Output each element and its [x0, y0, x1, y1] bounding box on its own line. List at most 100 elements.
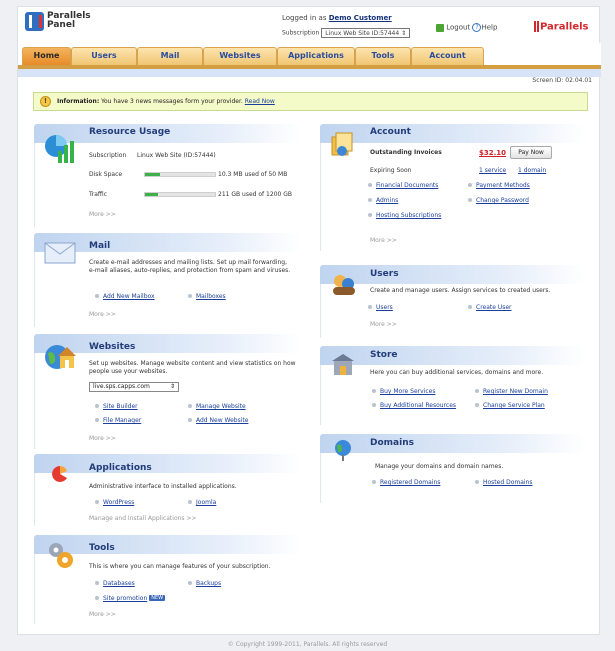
tab-home[interactable]: Home: [22, 47, 71, 65]
tab-applications[interactable]: Applications: [277, 47, 355, 65]
disk-space-progress: [144, 172, 216, 177]
tools-title: Tools: [89, 543, 115, 553]
websites-border: [34, 353, 35, 449]
websites-title: Websites: [89, 342, 136, 352]
logout-link[interactable]: Logout: [446, 24, 470, 32]
users-more-link[interactable]: More >>: [370, 321, 397, 328]
buy-additional-resources-link[interactable]: Buy Additional Resources: [372, 401, 456, 409]
users-icon: [333, 275, 355, 295]
new-badge: NEW: [149, 595, 166, 601]
bullet-icon: [95, 596, 99, 600]
account-header: [320, 124, 585, 143]
change-password-link[interactable]: Change Password: [468, 196, 529, 204]
create-user-link[interactable]: Create User: [468, 303, 512, 311]
hosting-subscriptions-link[interactable]: Hosting Subscriptions: [368, 211, 441, 219]
bullet-icon: [188, 294, 192, 298]
website-select[interactable]: live.sps.capps.com ⇕: [89, 382, 179, 392]
bullet-icon: [368, 183, 372, 187]
mail-description: Create e-mail addresses and mailing list…: [89, 259, 291, 274]
bullet-icon: [468, 305, 472, 309]
users-title: Users: [370, 269, 399, 279]
tab-tools[interactable]: Tools: [355, 47, 411, 65]
traffic-label: Traffic: [89, 191, 108, 198]
tab-mail[interactable]: Mail: [137, 47, 203, 65]
gears-icon: [49, 543, 73, 568]
traffic-value: 211 GB used of 1200 GB: [218, 191, 293, 198]
pay-now-button[interactable]: Pay Now: [510, 146, 552, 159]
backups-link[interactable]: Backups: [188, 579, 221, 587]
account-more-link[interactable]: More >>: [370, 237, 397, 244]
subscription-select[interactable]: Linux Web Site ID:57444 ⇕: [321, 28, 411, 38]
registered-domains-link[interactable]: Registered Domains: [372, 478, 440, 486]
wordpress-link[interactable]: WordPress: [95, 498, 134, 506]
bullet-icon: [95, 500, 99, 504]
add-new-website-link[interactable]: Add New Website: [188, 416, 248, 424]
expiring-service-link[interactable]: 1 service: [479, 167, 506, 174]
tab-websites[interactable]: Websites: [203, 47, 277, 65]
domains-globe-icon: [335, 440, 351, 461]
manage-website-link[interactable]: Manage Website: [188, 402, 246, 410]
bullet-icon: [95, 581, 99, 585]
traffic-fill: [145, 193, 158, 196]
site-promotion-link[interactable]: Site promotion NEW: [95, 594, 166, 602]
read-now-link[interactable]: Read Now: [245, 98, 275, 105]
bullet-icon: [95, 294, 99, 298]
subscription-row: Subscription Linux Web Site ID:57444 ⇕: [282, 28, 411, 38]
users-link[interactable]: Users: [368, 303, 393, 311]
parallels-panel-logo-icon[interactable]: [25, 12, 44, 31]
applications-border: [34, 473, 35, 526]
account-title: Account: [370, 127, 411, 137]
resource-more-link[interactable]: More >>: [89, 211, 116, 218]
site-builder-link[interactable]: Site Builder: [95, 402, 138, 410]
logout-help-area: Logout ? Help: [436, 23, 497, 32]
databases-link[interactable]: Databases: [95, 579, 135, 587]
logged-in-info: Logged in as Demo Customer: [282, 14, 392, 22]
disk-space-fill: [145, 173, 160, 176]
payment-methods-link[interactable]: Payment Methods: [468, 181, 530, 189]
manage-applications-link[interactable]: Manage and Install Applications >>: [89, 515, 197, 522]
users-description: Create and manage users. Assign services…: [370, 287, 551, 294]
store-icon: [332, 354, 354, 375]
users-border: [320, 284, 321, 338]
bullet-icon: [188, 418, 192, 422]
invoice-amount[interactable]: $32.10: [479, 149, 506, 157]
bullet-icon: [95, 418, 99, 422]
tab-users[interactable]: Users: [71, 47, 137, 65]
websites-globe-icon: [45, 345, 76, 369]
logout-icon[interactable]: [436, 23, 444, 32]
buy-more-services-link[interactable]: Buy More Services: [372, 387, 435, 395]
resource-usage-title: Resource Usage: [89, 127, 171, 137]
tools-more-link[interactable]: More >>: [89, 611, 116, 618]
bullet-icon: [368, 305, 372, 309]
header: Parallels Panel Logged in as Demo Custome…: [18, 7, 601, 43]
joomla-link[interactable]: Joomla: [188, 498, 216, 506]
help-link[interactable]: Help: [481, 24, 497, 32]
mail-title: Mail: [89, 241, 111, 251]
applications-icon: [52, 466, 67, 482]
tools-border: [34, 554, 35, 624]
file-manager-link[interactable]: File Manager: [95, 416, 141, 424]
bullet-icon: [188, 500, 192, 504]
change-service-plan-link[interactable]: Change Service Plan: [475, 401, 545, 409]
mail-more-link[interactable]: More >>: [89, 311, 116, 318]
subscription-label: Subscription: [89, 152, 127, 159]
info-icon: !: [40, 96, 51, 107]
websites-more-link[interactable]: More >>: [89, 435, 116, 442]
mailboxes-link[interactable]: Mailboxes: [188, 292, 226, 300]
tab-account[interactable]: Account: [411, 47, 484, 65]
applications-header: [34, 454, 301, 473]
user-name-link[interactable]: Demo Customer: [329, 14, 392, 22]
users-header: [320, 265, 585, 284]
register-new-domain-link[interactable]: Register New Domain: [475, 387, 548, 395]
admins-link[interactable]: Admins: [368, 196, 398, 204]
account-icon: [331, 132, 353, 156]
bullet-icon: [368, 213, 372, 217]
applications-title: Applications: [89, 463, 152, 473]
bullet-icon: [372, 480, 376, 484]
chart-bars-icon: [45, 135, 74, 163]
add-new-mailbox[interactable]: Add New Mailbox: [95, 292, 155, 300]
hosted-domains-link[interactable]: Hosted Domains: [475, 478, 532, 486]
expiring-domain-link[interactable]: 1 domain: [518, 167, 546, 174]
store-header: [320, 346, 585, 365]
financial-documents-link[interactable]: Financial Documents: [368, 181, 438, 189]
